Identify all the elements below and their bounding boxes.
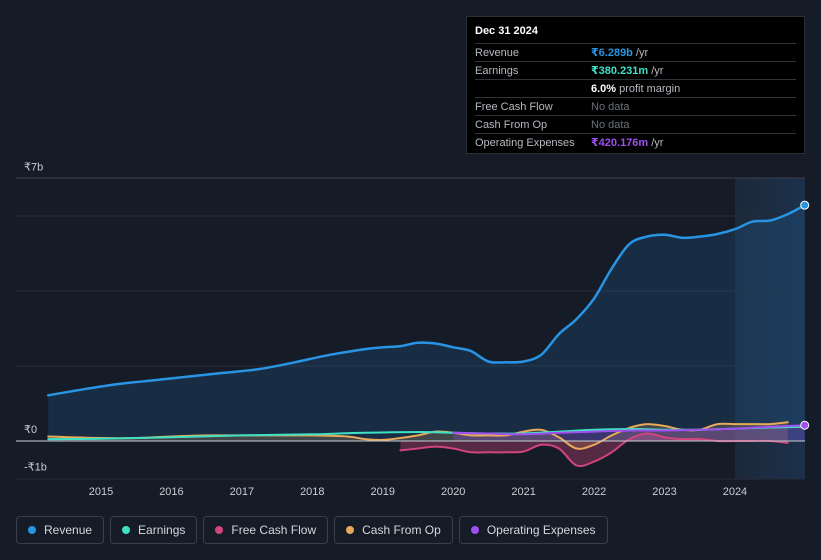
tooltip-row-value: ₹420.176m xyxy=(591,137,649,149)
y-tick-label: -₹1b xyxy=(24,462,47,474)
tooltip-row-value: ₹380.231m xyxy=(591,65,649,77)
x-tick-label: 2019 xyxy=(371,486,395,498)
legend: Revenue Earnings Free Cash Flow Cash From O… xyxy=(16,516,608,544)
x-tick-label: 2017 xyxy=(230,486,254,498)
x-tick-label: 2016 xyxy=(159,486,183,498)
legend-dot-icon xyxy=(28,526,36,534)
x-tick-label: 2021 xyxy=(511,486,535,498)
y-tick-label: ₹0 xyxy=(24,424,37,436)
legend-label: Cash From Op xyxy=(362,523,441,537)
legend-dot-icon xyxy=(470,526,479,534)
tooltip-panel: Dec 31 2024 Revenue ₹6.289b/yr Earnings ₹38… xyxy=(466,16,805,154)
tooltip-row-value: No data xyxy=(591,118,630,131)
tooltip-row-label: Revenue xyxy=(475,46,520,59)
tooltip-row-label: Earnings xyxy=(475,64,519,77)
legend-item-free-cash-flow[interactable]: Free Cash Flow xyxy=(203,516,329,544)
tooltip-row-unit: profit margin xyxy=(619,82,681,95)
tooltip-row-label: Operating Expenses xyxy=(475,136,575,149)
x-tick-label: 2018 xyxy=(300,486,324,498)
legend-label: Revenue xyxy=(44,523,93,537)
tooltip-row: Free Cash Flow No data xyxy=(475,98,796,116)
tooltip-row-unit: /yr xyxy=(651,64,664,77)
legend-dot-icon xyxy=(346,526,355,534)
legend-label: Operating Expenses xyxy=(486,523,596,537)
tooltip-row: Operating Expenses ₹420.176m/yr xyxy=(475,134,796,151)
legend-item-revenue[interactable]: Revenue xyxy=(16,516,105,544)
tooltip-row: Earnings ₹380.231m/yr xyxy=(475,62,796,80)
tooltip-row-label: Cash From Op xyxy=(475,118,548,131)
legend-item-cash-from-op[interactable]: Cash From Op xyxy=(334,516,453,544)
opex-end-marker xyxy=(800,420,810,430)
tooltip-row-unit: /yr xyxy=(635,46,649,59)
tooltip-rows: Revenue ₹6.289b/yr Earnings ₹380.231m/yr 6.0… xyxy=(475,44,796,151)
fill-layer xyxy=(48,205,805,467)
tooltip-row-value: 6.0% xyxy=(591,82,617,95)
series-area-revenue xyxy=(48,205,805,441)
tooltip-row: Cash From Op No data xyxy=(475,116,796,134)
legend-dot-icon xyxy=(215,526,224,534)
tooltip-row-unit: /yr xyxy=(651,136,664,149)
x-tick-label: 2022 xyxy=(582,486,606,498)
tooltip-row-label: Free Cash Flow xyxy=(475,100,553,113)
legend-item-operating-expenses[interactable]: Operating Expenses xyxy=(458,516,608,544)
tooltip-row-value: No data xyxy=(591,100,630,113)
x-tick-label: 2023 xyxy=(652,486,676,498)
legend-dot-icon xyxy=(122,526,131,534)
x-tick-label: 2020 xyxy=(441,486,465,498)
revenue-end-marker xyxy=(800,200,810,210)
tooltip-row: Revenue ₹6.289b/yr xyxy=(475,44,796,62)
tooltip-date: Dec 31 2024 xyxy=(475,25,796,44)
legend-label: Earnings xyxy=(138,523,186,537)
legend-label: Free Cash Flow xyxy=(231,523,317,537)
legend-item-earnings[interactable]: Earnings xyxy=(110,516,198,544)
x-tick-label: 2024 xyxy=(723,486,747,498)
tooltip-row: 6.0% profit margin xyxy=(475,80,796,98)
x-tick-label: 2015 xyxy=(89,486,113,498)
y-tick-label: ₹7b xyxy=(24,162,43,174)
tooltip-row-value: ₹6.289b xyxy=(591,47,633,59)
